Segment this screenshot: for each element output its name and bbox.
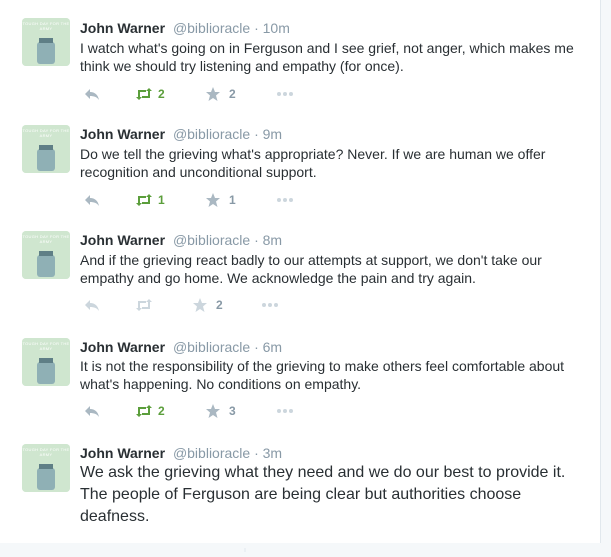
star-icon — [206, 404, 220, 418]
avatar[interactable]: TOUGH DAY FOR THE ARMY — [22, 231, 70, 279]
tweet-text: Do we tell the grieving what's appropria… — [80, 146, 546, 180]
more-icon — [277, 409, 293, 413]
author-handle[interactable]: @biblioracle — [173, 232, 250, 248]
more-icon — [262, 303, 278, 307]
tweet-text: I watch what's going on in Ferguson and … — [80, 40, 574, 74]
avatar-text: TOUGH DAY FOR THE ARMY — [22, 128, 70, 138]
retweet-icon — [136, 299, 152, 311]
tweet-text: It is not the responsibility of the grie… — [80, 358, 565, 392]
tweet-actions: 2 2 — [80, 86, 560, 102]
tweet-item[interactable]: TOUGH DAY FOR THE ARMY John Warner @bibl… — [0, 114, 600, 221]
tweet-header: John Warner @biblioracle · 9m — [80, 125, 282, 143]
avatar[interactable]: TOUGH DAY FOR THE ARMY — [22, 338, 70, 386]
more-icon — [277, 198, 293, 202]
timestamp[interactable]: 6m — [263, 339, 282, 355]
tweet-text: We ask the grieving what they need and w… — [80, 464, 566, 525]
tweet-stream: TOUGH DAY FOR THE ARMY John Warner @bibl… — [0, 0, 601, 552]
separator: · — [254, 445, 259, 461]
timestamp[interactable]: 3m — [263, 445, 282, 461]
star-icon — [193, 298, 207, 312]
retweet-icon — [136, 88, 152, 100]
tweet-actions: 2 — [80, 297, 560, 313]
retweet-icon — [136, 194, 152, 206]
author-handle[interactable]: @biblioracle — [173, 126, 250, 142]
separator: · — [254, 20, 259, 36]
star-icon — [206, 193, 220, 207]
avatar[interactable]: TOUGH DAY FOR THE ARMY — [22, 18, 70, 66]
retweet-count: 2 — [158, 404, 165, 418]
timestamp[interactable]: 9m — [263, 126, 282, 142]
tweet-item[interactable]: TOUGH DAY FOR THE ARMY John Warner @bibl… — [0, 220, 600, 327]
author-name[interactable]: John Warner — [80, 445, 165, 461]
retweet-count: 1 — [158, 193, 165, 207]
avatar[interactable]: TOUGH DAY FOR THE ARMY — [22, 125, 70, 173]
separator: · — [254, 126, 259, 142]
author-handle[interactable]: @biblioracle — [173, 445, 250, 461]
tweet-item[interactable]: TOUGH DAY FOR THE ARMY John Warner @bibl… — [0, 432, 600, 543]
tweet-header: John Warner @biblioracle · 8m — [80, 231, 282, 249]
author-name[interactable]: John Warner — [80, 20, 165, 36]
favorite-count: 2 — [229, 87, 236, 101]
reply-icon — [85, 406, 99, 417]
timestamp[interactable]: 8m — [263, 232, 282, 248]
tweet-item[interactable]: TOUGH DAY FOR THE ARMY John Warner @bibl… — [0, 0, 600, 115]
favorite-count: 2 — [216, 298, 223, 312]
avatar-text: TOUGH DAY FOR THE ARMY — [22, 341, 70, 351]
reply-icon — [85, 89, 99, 100]
tweet-item[interactable]: TOUGH DAY FOR THE ARMY John Warner @bibl… — [0, 326, 600, 433]
more-icon — [277, 92, 293, 96]
author-name[interactable]: John Warner — [80, 126, 165, 142]
author-name[interactable]: John Warner — [80, 232, 165, 248]
tweet-actions: 1 1 — [80, 192, 560, 208]
tweet-header: John Warner @biblioracle · 6m — [80, 338, 282, 356]
reply-icon — [85, 300, 99, 311]
avatar[interactable]: TOUGH DAY FOR THE ARMY — [22, 444, 70, 492]
timestamp[interactable]: 10m — [263, 20, 290, 36]
star-icon — [206, 87, 220, 101]
author-handle[interactable]: @biblioracle — [173, 339, 250, 355]
author-handle[interactable]: @biblioracle — [173, 20, 250, 36]
separator: · — [254, 232, 259, 248]
avatar-text: TOUGH DAY FOR THE ARMY — [22, 21, 70, 31]
favorite-count: 3 — [229, 404, 236, 418]
reply-icon — [85, 195, 99, 206]
tweet-header: John Warner @biblioracle · 3m — [80, 444, 282, 462]
tweet-header: John Warner @biblioracle · 10m — [80, 19, 290, 37]
avatar-text: TOUGH DAY FOR THE ARMY — [22, 447, 70, 457]
retweet-icon — [136, 405, 152, 417]
favorite-count: 1 — [229, 193, 236, 207]
tweet-text: And if the grieving react badly to our a… — [80, 252, 542, 286]
author-name[interactable]: John Warner — [80, 339, 165, 355]
separator: · — [254, 339, 259, 355]
avatar-text: TOUGH DAY FOR THE ARMY — [22, 234, 70, 244]
tweet-actions: 2 3 — [80, 403, 560, 419]
retweet-count: 2 — [158, 87, 165, 101]
divider — [0, 539, 600, 552]
